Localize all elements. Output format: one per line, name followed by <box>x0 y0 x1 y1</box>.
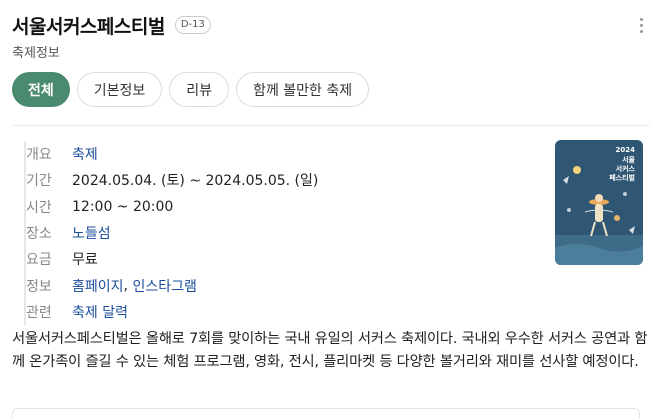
festival-description: 서울서커스페스티벌은 올해로 7회를 맞이하는 국내 유일의 서커스 축제이다.… <box>12 331 648 370</box>
poster-title-line: 페스티벌 <box>609 173 635 182</box>
info-row-place: 장소 노들섬 <box>26 220 524 246</box>
festival-title: 서울서커스페스티벌 <box>12 15 165 38</box>
info-list: 개요 축제 기간 2024.05.04. (토) ~ 2024.05.05. (… <box>24 141 524 326</box>
info-row-type: 개요 축제 <box>26 141 524 167</box>
tab-all[interactable]: 전체 <box>12 72 70 107</box>
info-label: 시간 <box>26 199 52 216</box>
festival-category: 축제정보 <box>12 46 60 61</box>
instagram-link[interactable]: 인스타그램 <box>132 276 196 296</box>
tab-basic-info[interactable]: 기본정보 <box>76 72 163 107</box>
section-divider <box>12 125 650 126</box>
info-row-period: 기간 2024.05.04. (토) ~ 2024.05.05. (일) <box>26 167 524 193</box>
comma-separator: , <box>123 277 133 294</box>
fee-value: 무료 <box>72 252 98 269</box>
info-row-links: 정보 홈페이지, 인스타그램 <box>26 272 524 298</box>
info-row-time: 시간 12:00 ~ 20:00 <box>26 194 524 220</box>
period-value: 2024.05.04. (토) ~ 2024.05.05. (일) <box>72 173 319 190</box>
info-label: 요금 <box>26 252 52 269</box>
info-row-fee: 요금 무료 <box>26 246 524 272</box>
tab-bar: 전체 기본정보 리뷰 함께 볼만한 축제 <box>12 72 370 107</box>
dday-badge: D-13 <box>174 16 211 34</box>
poster-title-line: 서울 <box>622 155 635 164</box>
poster-image: 2024 서울 서커스 페스티벌 <box>555 140 643 265</box>
info-label: 장소 <box>26 226 52 243</box>
homepage-link[interactable]: 홈페이지 <box>72 276 124 296</box>
poster-year: 2024 <box>616 146 636 154</box>
title-row: 서울서커스페스티벌 D-13 <box>12 12 650 38</box>
next-section-card <box>12 408 640 418</box>
festival-calendar-link[interactable]: 축제 달력 <box>72 302 128 322</box>
place-link[interactable]: 노들섬 <box>72 223 111 243</box>
more-options-icon[interactable] <box>638 18 644 36</box>
tab-related-festivals[interactable]: 함께 볼만한 축제 <box>236 72 370 107</box>
festival-poster[interactable]: 2024 서울 서커스 페스티벌 <box>555 140 643 265</box>
info-row-related: 관련 축제 달력 <box>26 299 524 325</box>
type-link[interactable]: 축제 <box>72 144 98 164</box>
tab-reviews[interactable]: 리뷰 <box>169 72 230 107</box>
info-label: 관련 <box>26 304 52 321</box>
time-value: 12:00 ~ 20:00 <box>72 198 174 215</box>
poster-title-line: 서커스 <box>616 164 636 173</box>
festival-header: 서울서커스페스티벌 D-13 축제정보 <box>12 12 650 62</box>
info-label: 정보 <box>26 278 52 295</box>
info-label: 기간 <box>26 173 52 190</box>
info-label: 개요 <box>26 147 52 164</box>
